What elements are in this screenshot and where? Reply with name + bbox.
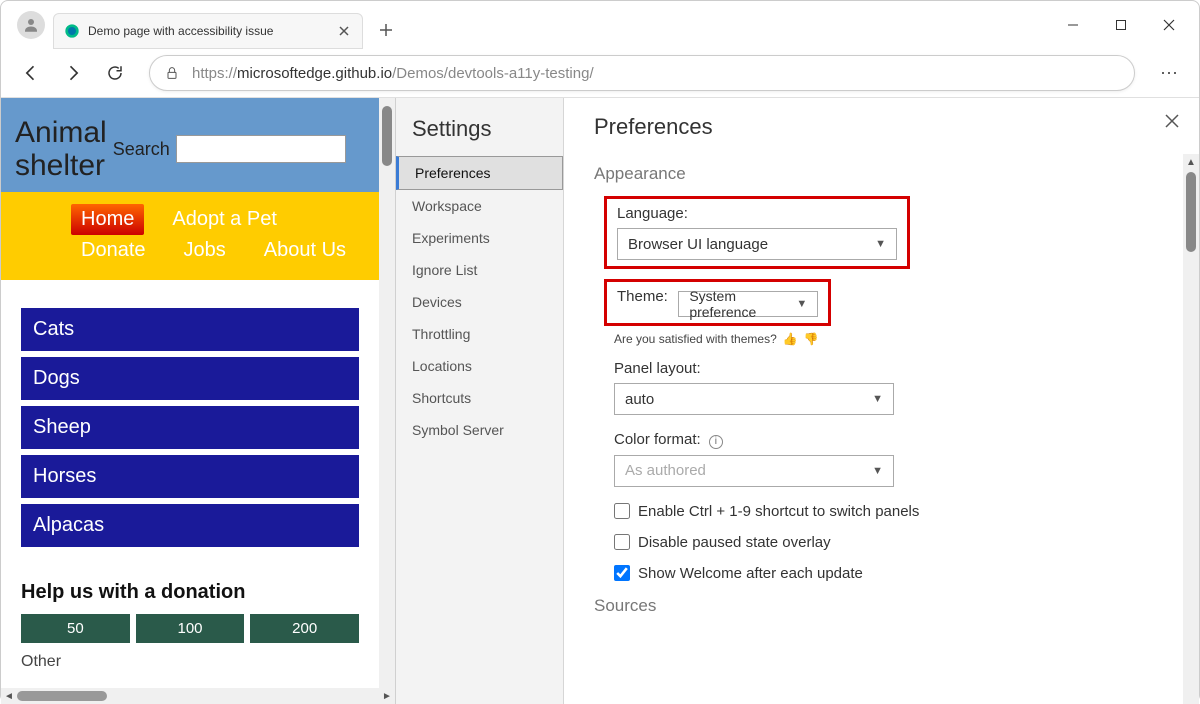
- appearance-heading: Appearance: [594, 164, 1169, 184]
- donate-100[interactable]: 100: [136, 614, 245, 643]
- list-item[interactable]: Cats: [21, 308, 359, 351]
- checkbox-input[interactable]: [614, 534, 630, 550]
- settings-nav-preferences[interactable]: Preferences: [396, 156, 563, 190]
- page-vscrollbar[interactable]: [379, 98, 395, 688]
- preferences-pane: Preferences Appearance Language: Browser…: [564, 98, 1199, 704]
- color-format-label: Color format: i: [614, 431, 1169, 449]
- panel-layout-label: Panel layout:: [614, 360, 1169, 377]
- lock-icon: [164, 65, 180, 81]
- edge-icon: [64, 23, 80, 39]
- nav-home[interactable]: Home: [71, 204, 144, 235]
- url-text: https://microsoftedge.github.io/Demos/de…: [192, 65, 594, 82]
- nav-jobs[interactable]: Jobs: [174, 235, 236, 266]
- site-header: Animalshelter Search: [1, 98, 379, 192]
- preferences-title: Preferences: [594, 114, 1169, 140]
- donate-50[interactable]: 50: [21, 614, 130, 643]
- settings-nav-symbol-server[interactable]: Symbol Server: [396, 414, 563, 446]
- reload-button[interactable]: [97, 55, 133, 91]
- minimize-button[interactable]: [1063, 15, 1083, 35]
- theme-feedback: Are you satisfied with themes? 👍 👎: [614, 332, 1169, 346]
- sources-heading: Sources: [594, 596, 1169, 616]
- settings-nav-locations[interactable]: Locations: [396, 350, 563, 382]
- checkbox-show-welcome[interactable]: Show Welcome after each update: [614, 565, 1169, 582]
- language-select[interactable]: Browser UI language▼: [617, 228, 897, 260]
- search-label: Search: [113, 139, 170, 160]
- toolbar: https://microsoftedge.github.io/Demos/de…: [1, 49, 1199, 97]
- highlight-language: Language: Browser UI language▼: [604, 196, 910, 269]
- nav-adopt[interactable]: Adopt a Pet: [162, 204, 287, 235]
- settings-title: Settings: [396, 112, 563, 156]
- tab-strip: Demo page with accessibility issue: [1, 1, 1199, 49]
- nav-donate[interactable]: Donate: [71, 235, 156, 266]
- highlight-theme: Theme: System preference▼: [604, 279, 831, 326]
- nav-about[interactable]: About Us: [254, 235, 356, 266]
- donation-buttons: 50 100 200: [1, 614, 379, 649]
- settings-nav-devices[interactable]: Devices: [396, 286, 563, 318]
- main-nav: Home Adopt a Pet Donate Jobs About Us: [1, 192, 379, 280]
- page-viewport: Animalshelter Search Home Adopt a Pet Do…: [1, 98, 396, 704]
- donate-200[interactable]: 200: [250, 614, 359, 643]
- checkbox-input[interactable]: [614, 565, 630, 581]
- language-label: Language:: [617, 205, 897, 222]
- chevron-down-icon: ▼: [872, 465, 883, 477]
- site-title: Animalshelter: [15, 116, 107, 182]
- checkbox-input[interactable]: [614, 503, 630, 519]
- list-item[interactable]: Sheep: [21, 406, 359, 449]
- browser-tab[interactable]: Demo page with accessibility issue: [53, 13, 363, 49]
- panel-layout-select[interactable]: auto▼: [614, 383, 894, 415]
- more-button[interactable]: ⋯: [1151, 55, 1187, 91]
- settings-nav-workspace[interactable]: Workspace: [396, 190, 563, 222]
- new-tab-button[interactable]: [371, 15, 401, 45]
- profile-button[interactable]: [17, 11, 45, 39]
- chevron-down-icon: ▼: [875, 238, 886, 250]
- color-format-select[interactable]: As authored▼: [614, 455, 894, 487]
- thumbs-down-icon[interactable]: 👎: [804, 332, 819, 346]
- devtools-vscrollbar[interactable]: ▲: [1183, 154, 1199, 704]
- maximize-button[interactable]: [1111, 15, 1131, 35]
- content-area: Animalshelter Search Home Adopt a Pet Do…: [1, 97, 1199, 704]
- animal-list: Cats Dogs Sheep Horses Alpacas: [1, 280, 379, 563]
- checkbox-paused-overlay[interactable]: Disable paused state overlay: [614, 534, 1169, 551]
- settings-nav-ignore-list[interactable]: Ignore List: [396, 254, 563, 286]
- theme-label: Theme:: [617, 288, 668, 305]
- chevron-down-icon: ▼: [796, 298, 807, 310]
- close-tab-icon[interactable]: [336, 23, 352, 39]
- search-input[interactable]: [176, 135, 346, 163]
- donation-other: Other: [1, 649, 379, 675]
- address-bar[interactable]: https://microsoftedge.github.io/Demos/de…: [149, 55, 1135, 91]
- list-item[interactable]: Horses: [21, 455, 359, 498]
- tab-title: Demo page with accessibility issue: [88, 24, 330, 38]
- chevron-down-icon: ▼: [872, 393, 883, 405]
- thumbs-up-icon[interactable]: 👍: [783, 332, 798, 346]
- settings-nav-throttling[interactable]: Throttling: [396, 318, 563, 350]
- settings-nav-experiments[interactable]: Experiments: [396, 222, 563, 254]
- info-icon[interactable]: i: [709, 435, 723, 449]
- list-item[interactable]: Dogs: [21, 357, 359, 400]
- back-button[interactable]: [13, 55, 49, 91]
- devtools-settings: Settings Preferences Workspace Experimen…: [396, 98, 1199, 704]
- window-controls: [1063, 15, 1191, 35]
- theme-select[interactable]: System preference▼: [678, 291, 818, 317]
- forward-button[interactable]: [55, 55, 91, 91]
- donation-heading: Help us with a donation: [1, 563, 379, 614]
- page-hscrollbar[interactable]: ◄►: [1, 688, 395, 704]
- checkbox-ctrl-shortcut[interactable]: Enable Ctrl + 1-9 shortcut to switch pan…: [614, 503, 1169, 520]
- list-item[interactable]: Alpacas: [21, 504, 359, 547]
- settings-nav-shortcuts[interactable]: Shortcuts: [396, 382, 563, 414]
- close-settings-button[interactable]: [1163, 112, 1181, 135]
- settings-sidebar: Settings Preferences Workspace Experimen…: [396, 98, 564, 704]
- close-window-button[interactable]: [1159, 15, 1179, 35]
